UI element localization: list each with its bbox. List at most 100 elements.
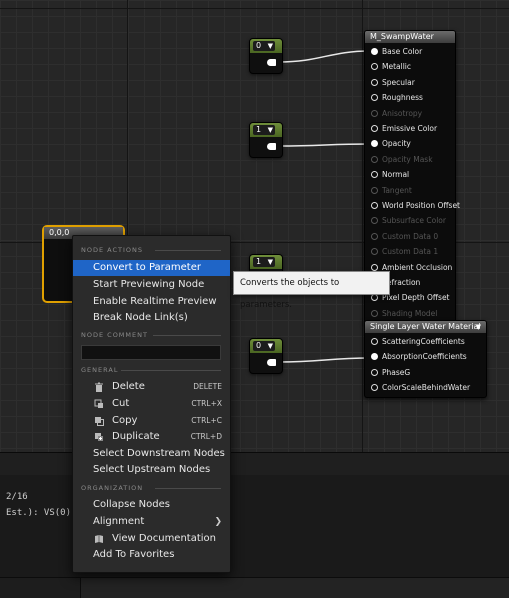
input-pin-row[interactable]: Custom Data 0 <box>371 231 438 243</box>
pin-circle-icon[interactable] <box>371 48 378 55</box>
input-pin-row[interactable]: ScatteringCoefficients <box>371 336 465 348</box>
chevron-down-icon[interactable]: ▼ <box>268 341 273 351</box>
pin-label: AbsorptionCoefficients <box>382 352 467 362</box>
pin-label: PhaseG <box>382 367 411 377</box>
tooltip: Converts the objects to parameters. <box>233 271 390 310</box>
book-icon <box>95 535 103 543</box>
section-divider <box>121 370 221 371</box>
pin-circle-icon[interactable] <box>371 202 378 209</box>
menu-item-convert-to-parameter[interactable]: Convert to Parameter <box>73 260 230 276</box>
node-context-menu: NODE ACTIONS Convert to Parameter Start … <box>72 235 231 573</box>
chevron-down-icon[interactable]: ▼ <box>268 257 273 267</box>
pin-label: Shading Model <box>382 308 438 318</box>
output-pin[interactable] <box>267 143 276 150</box>
section-header-node-actions: NODE ACTIONS <box>81 246 144 254</box>
input-pin-row[interactable]: ColorScaleBehindWater <box>371 382 470 394</box>
pin-circle-icon[interactable] <box>371 353 378 361</box>
pin-circle-icon[interactable] <box>371 368 378 376</box>
constant-value-field[interactable]: 0 ▼ <box>253 41 275 51</box>
pin-circle-icon[interactable] <box>371 263 378 271</box>
copy-icon <box>95 417 104 426</box>
section-divider <box>153 335 221 336</box>
pin-label: Anisotropy <box>382 108 423 118</box>
pin-circle-icon[interactable] <box>371 186 378 194</box>
pin-circle-icon[interactable] <box>371 338 378 345</box>
chevron-right-icon: ❯ <box>214 517 222 527</box>
chevron-down-icon[interactable]: ▼ <box>476 321 481 333</box>
stats-line: Est.): VS(0) <box>6 508 72 518</box>
constant-value-field[interactable]: 0 ▼ <box>253 341 275 351</box>
input-pin-row[interactable]: Subsurface Color <box>371 215 446 227</box>
pin-circle-icon[interactable] <box>371 140 378 148</box>
constant-node[interactable]: 0 ▼ <box>249 38 283 74</box>
input-pin-row[interactable]: Tangent <box>371 185 412 197</box>
menu-item-select-upstream-nodes[interactable]: Select Upstream Nodes <box>73 462 230 478</box>
node-title: Single Layer Water Material ▼ <box>365 321 486 333</box>
pin-circle-icon[interactable] <box>371 78 378 86</box>
constant-value-field[interactable]: 1 ▼ <box>253 125 275 135</box>
menu-item-add-to-favorites[interactable]: Add To Favorites <box>73 547 230 563</box>
menu-item-duplicate[interactable]: Duplicate CTRL+D <box>73 429 230 445</box>
menu-item-select-downstream-nodes[interactable]: Select Downstream Nodes <box>73 446 230 462</box>
input-pin-row[interactable]: Roughness <box>371 92 423 104</box>
input-pin-row[interactable]: Normal <box>371 169 409 181</box>
pin-circle-icon[interactable] <box>371 63 378 71</box>
pin-label: Custom Data 0 <box>382 231 439 241</box>
section-divider <box>155 488 221 489</box>
stats-text: 2/16 Est.): VS(0) <box>6 489 71 521</box>
menu-item-copy[interactable]: Copy CTRL+C <box>73 413 230 429</box>
chevron-down-icon[interactable]: ▼ <box>268 41 273 51</box>
input-pin-row[interactable]: Shading Model <box>371 308 437 320</box>
input-pin-row[interactable]: Specular <box>371 77 415 89</box>
section-divider <box>155 250 221 251</box>
input-pin-row[interactable]: Metallic <box>371 61 411 73</box>
input-pin-row[interactable]: AbsorptionCoefficients <box>371 351 467 363</box>
duplicate-icon <box>95 433 103 441</box>
wire-base-color <box>278 50 371 63</box>
menu-item-start-previewing-node[interactable]: Start Previewing Node <box>73 277 230 293</box>
menu-item-cut[interactable]: Cut CTRL+X <box>73 396 230 412</box>
input-pin-row[interactable]: Anisotropy <box>371 108 422 120</box>
constant-value-field[interactable]: 1 ▼ <box>253 257 275 267</box>
output-pin[interactable] <box>267 59 276 66</box>
section-header-node-comment: NODE COMMENT <box>81 331 148 339</box>
pin-circle-icon[interactable] <box>371 217 378 225</box>
section-header-organization: ORGANIZATION <box>81 484 144 492</box>
pin-circle-icon[interactable] <box>371 294 378 302</box>
input-pin-row[interactable]: Emissive Color <box>371 123 437 135</box>
output-pin[interactable] <box>267 359 276 366</box>
pin-circle-icon[interactable] <box>371 109 378 117</box>
pin-circle-icon[interactable] <box>371 248 378 256</box>
pin-circle-icon[interactable] <box>371 94 378 102</box>
input-pin-row[interactable]: Base Color <box>371 46 422 58</box>
single-layer-water-node[interactable]: Single Layer Water Material ▼ Scattering… <box>364 320 487 398</box>
menu-item-delete[interactable]: Delete DELETE <box>73 379 230 395</box>
pin-circle-icon[interactable] <box>371 232 378 240</box>
pin-circle-icon[interactable] <box>371 171 378 179</box>
pin-label: Roughness <box>382 93 423 103</box>
input-pin-row[interactable]: World Position Offset <box>371 200 460 212</box>
trash-icon <box>95 382 103 392</box>
pin-label: Tangent <box>382 185 412 195</box>
menu-item-alignment[interactable]: Alignment ❯ <box>73 514 230 530</box>
pin-circle-icon[interactable] <box>371 384 378 392</box>
menu-item-break-node-links[interactable]: Break Node Link(s) <box>73 310 230 326</box>
input-pin-row[interactable]: Opacity Mask <box>371 154 433 166</box>
pin-circle-icon[interactable] <box>371 309 378 317</box>
constant-node[interactable]: 0 ▼ <box>249 338 283 374</box>
input-pin-row[interactable]: Opacity <box>371 138 411 150</box>
input-pin-row[interactable]: PhaseG <box>371 367 410 379</box>
section-header-general: GENERAL <box>81 366 119 374</box>
menu-item-view-documentation[interactable]: View Documentation <box>73 531 230 547</box>
pin-circle-icon[interactable] <box>371 125 378 132</box>
constant-node[interactable]: 1 ▼ <box>249 122 283 158</box>
pin-label: Opacity Mask <box>382 154 433 164</box>
node-comment-input[interactable] <box>81 345 221 360</box>
status-bar <box>0 577 509 598</box>
menu-item-enable-realtime-preview[interactable]: Enable Realtime Preview <box>73 294 230 310</box>
pin-label: ScatteringCoefficients <box>382 337 465 346</box>
chevron-down-icon[interactable]: ▼ <box>268 125 273 135</box>
input-pin-row[interactable]: Custom Data 1 <box>371 246 438 258</box>
pin-circle-icon[interactable] <box>371 155 378 163</box>
menu-item-collapse-nodes[interactable]: Collapse Nodes <box>73 497 230 513</box>
